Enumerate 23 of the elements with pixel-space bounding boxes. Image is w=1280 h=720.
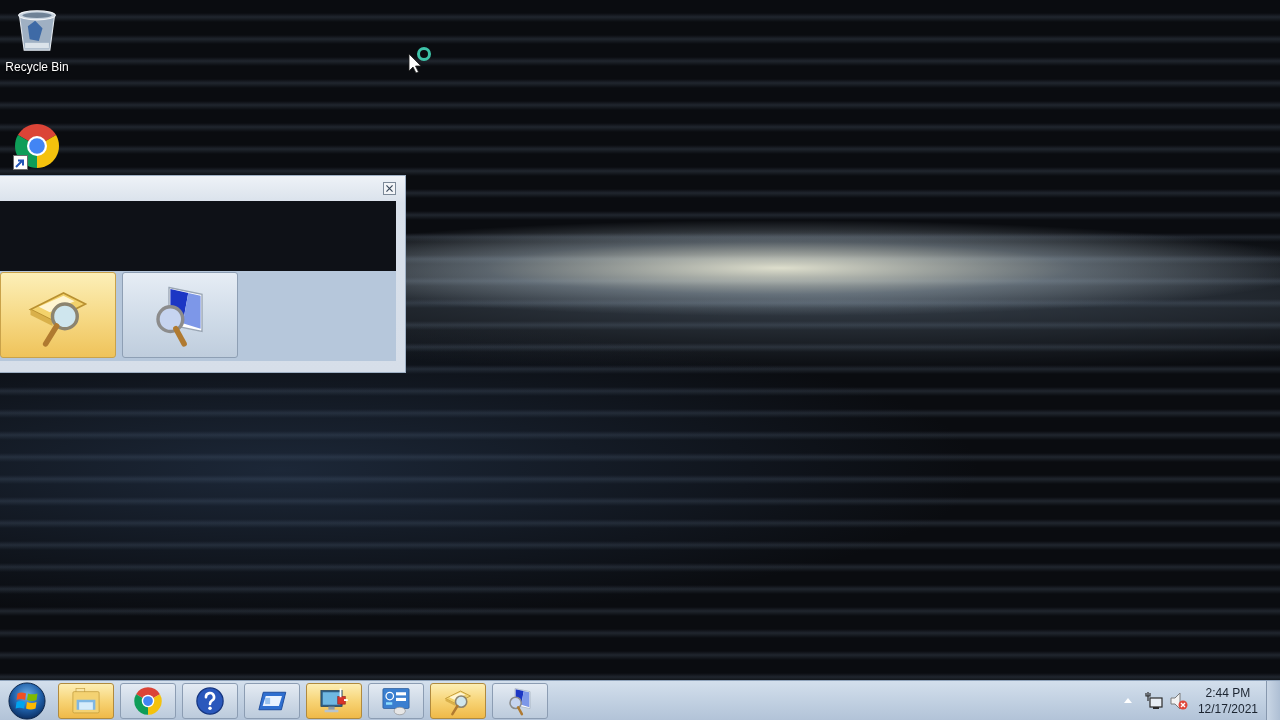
taskbar-button[interactable]	[244, 682, 300, 719]
folder-window-icon	[71, 685, 101, 716]
control-panel-icon	[381, 685, 411, 716]
start-button[interactable]	[7, 681, 47, 720]
help-icon	[195, 685, 225, 716]
tool-tile[interactable]	[122, 272, 238, 358]
close-icon	[386, 185, 393, 192]
network-icon[interactable]	[1144, 691, 1163, 710]
close-button[interactable]	[383, 182, 396, 195]
browser-shortcut-icon	[13, 122, 61, 170]
taskbar-button[interactable]	[306, 682, 362, 719]
taskbar-button[interactable]	[368, 682, 424, 719]
caret-up-icon	[1123, 698, 1132, 703]
trash-bin-icon	[15, 8, 59, 52]
busy-cursor-icon	[408, 46, 432, 73]
browser-icon	[133, 685, 163, 716]
recycle-bin-shortcut[interactable]: Recycle Bin	[3, 8, 71, 74]
taskbar-button[interactable]	[182, 682, 238, 719]
taskbar-button[interactable]	[492, 682, 548, 719]
start-orb-icon	[8, 681, 46, 720]
clock-button[interactable]: 2:44 PM 12/17/2021	[1195, 684, 1260, 717]
volume-muted-icon[interactable]	[1169, 691, 1188, 710]
tool-tile[interactable]	[0, 272, 116, 358]
